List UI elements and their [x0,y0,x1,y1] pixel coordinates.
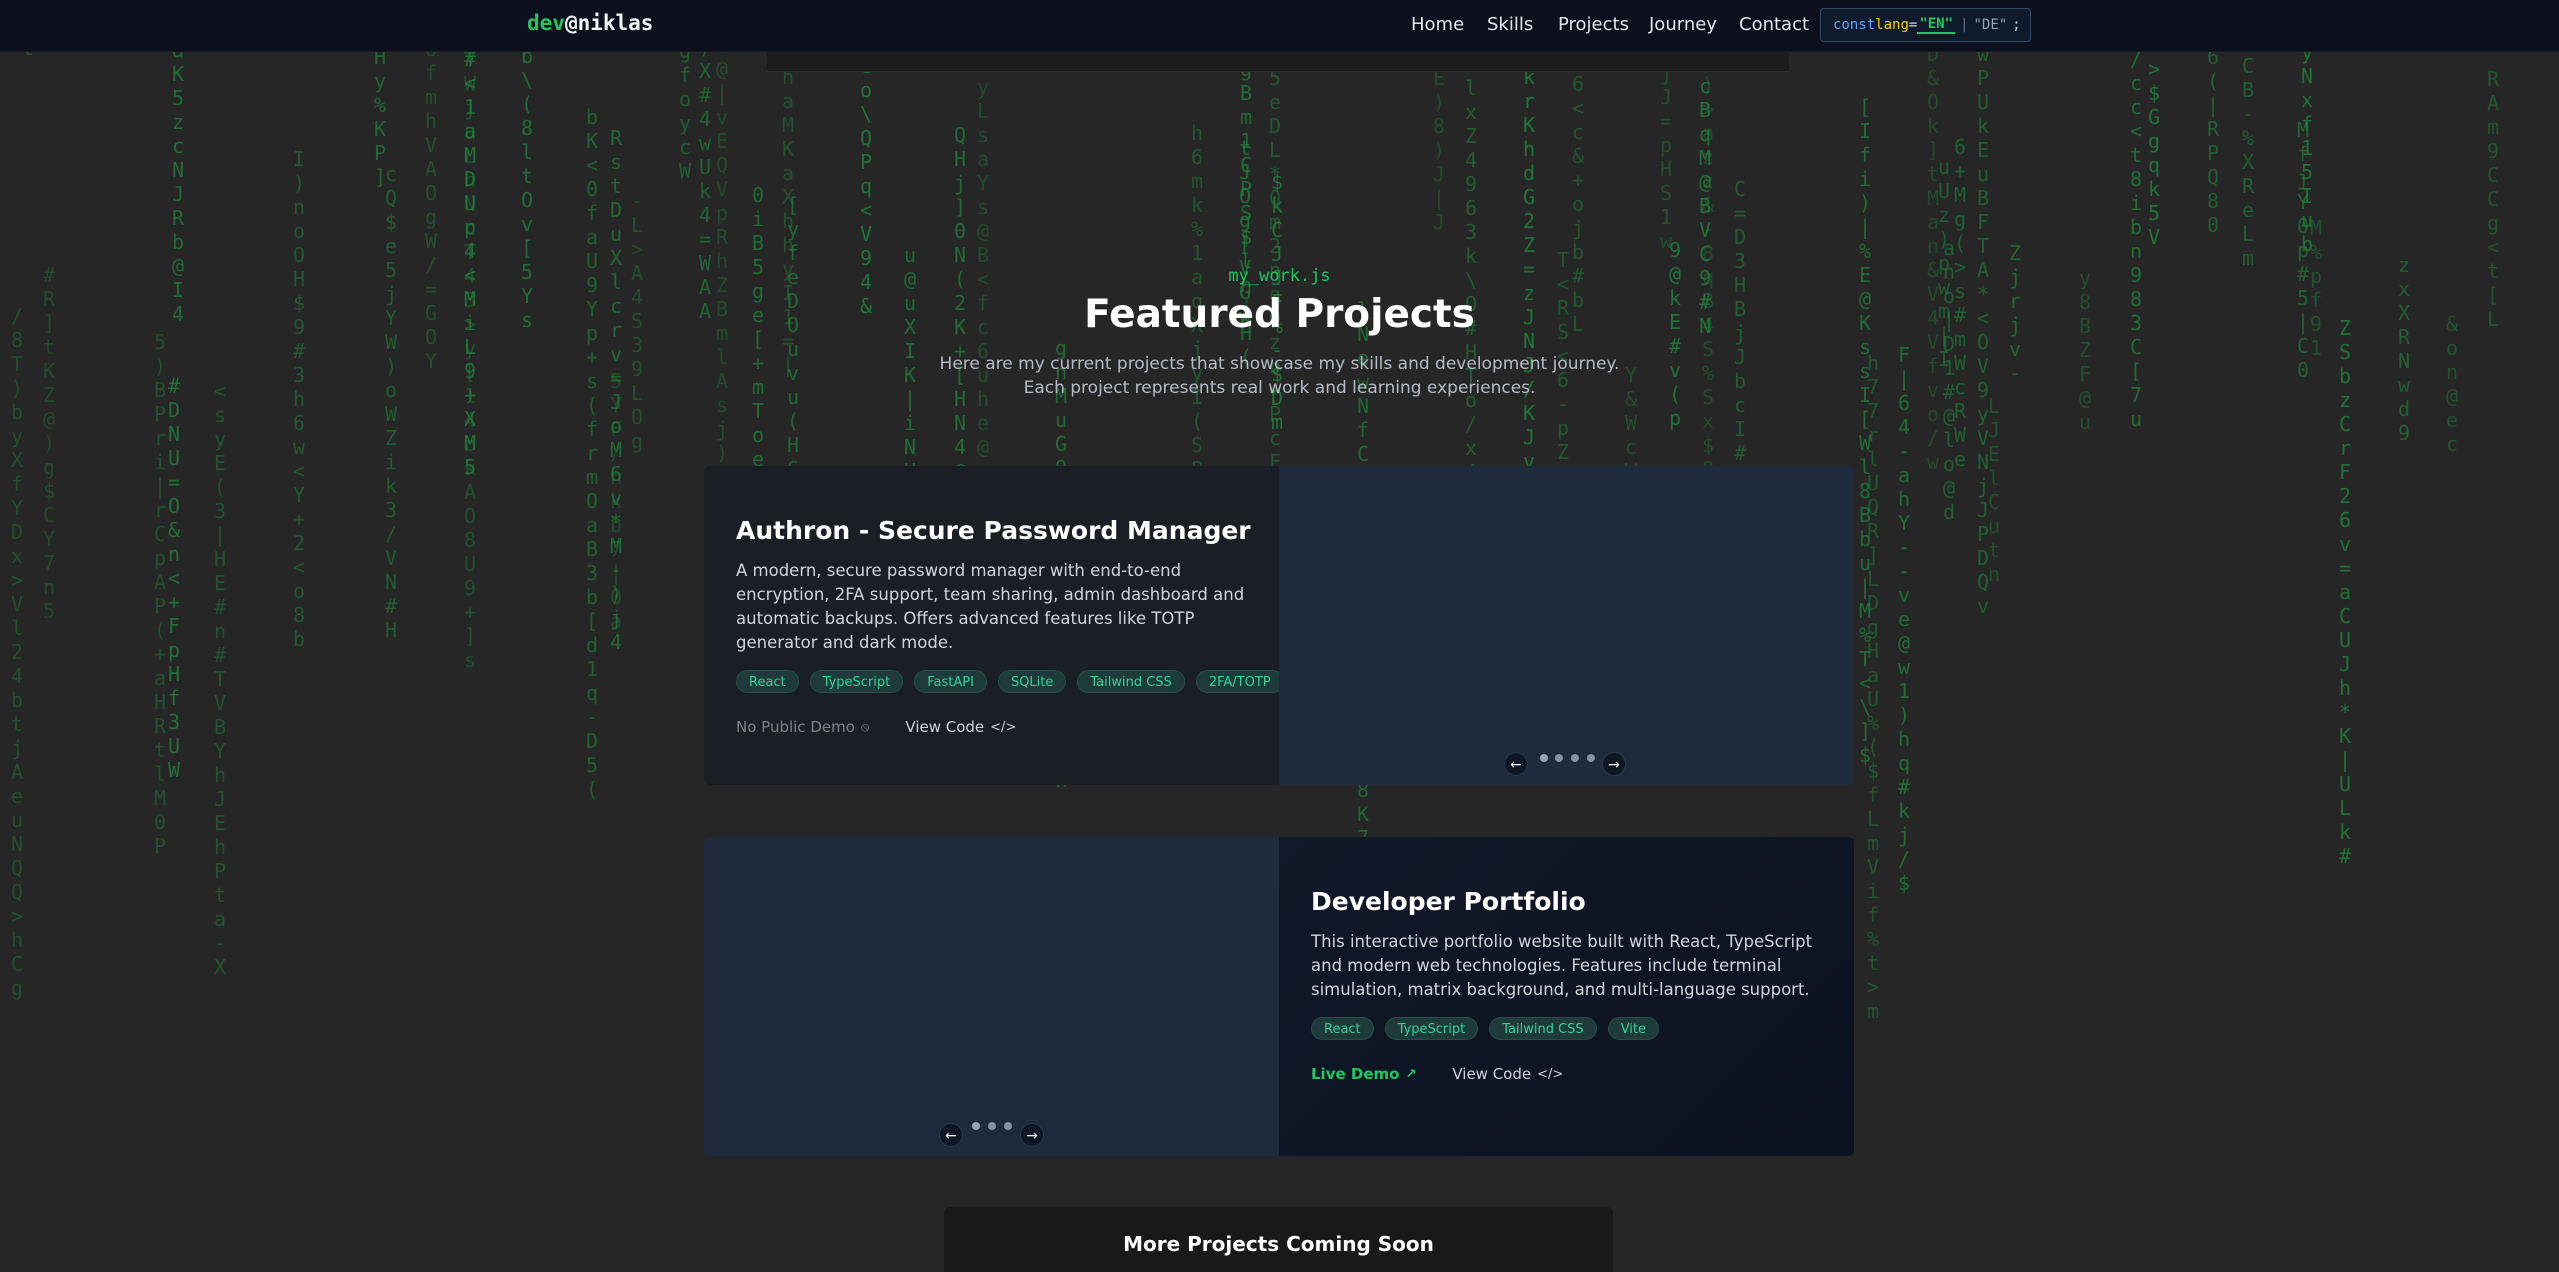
site-header: dev@niklas Home Skills Projects Journey … [0,0,2559,52]
lang-eq: = [1908,17,1918,33]
project-description: A modern, secure password manager with e… [736,561,1245,652]
logo-suffix: @niklas [564,11,654,35]
matrix-column: I ) n o O H $ 9 # 3 h 6 w < Y + 2 < o 8 … [292,147,306,651]
lang-semicolon: ; [2012,17,2021,33]
project-title: Authron - Secure Password Manager [736,516,1251,545]
matrix-column: 5 Y F / h k b 7 | 0 a [609,369,623,633]
lang-var: lang [1875,17,1909,33]
lang-option-en[interactable]: "EN" [1917,16,1956,34]
view-code-text: View Code [905,718,985,736]
nav-skills[interactable]: Skills [1487,14,1533,35]
project-tags: React TypeScript FastAPI SQLite Tailwind… [736,670,1284,693]
matrix-column: F | 6 4 - a h Y - - v e @ w 1 ) h q # k … [1897,343,1911,895]
carousel-prev-button[interactable]: ← [939,1123,963,1147]
matrix-column: k i q 9 1 N P k o # < 1 a M D U p 4 < M … [463,0,477,479]
matrix-column: / 8 T ) b y X f Y D x > V l 2 4 b t j A … [10,304,24,1000]
carousel-dot[interactable] [1004,1122,1012,1130]
matrix-column: Z S b z C r F 2 6 v = a C U J h * K | U … [2338,316,2352,868]
no-demo-label: No Public Demo ⦸ [736,718,869,736]
project-card: ← → Developer Portfolio This interactive… [704,837,1854,1156]
matrix-column: R s t D u X l c r v = J o M 6 v * M - ) … [609,126,623,654]
nav-journey[interactable]: Journey [1649,14,1717,35]
project-tags: React TypeScript Tailwind CSS Vite [1311,1017,1660,1040]
nav-home[interactable]: Home [1411,14,1464,35]
header-underbar [767,52,1789,72]
matrix-column: M f j Y 0 p # 5 | C 0 [2296,118,2310,382]
project-screenshot-carousel: ← → [704,837,1279,1156]
carousel-controls: ← → [704,1120,1279,1150]
tech-tag: TypeScript [809,670,904,693]
carousel-controls: ← → [1279,749,1854,779]
logo-prefix: dev [527,11,565,35]
project-actions: No Public Demo ⦸ View Code </> [736,718,1016,736]
project-info: Developer Portfolio This interactive por… [1279,837,1854,1156]
tech-tag: Tailwind CSS [1077,670,1185,693]
tech-tag: Vite [1607,1017,1660,1040]
project-card: Authron - Secure Password Manager A mode… [704,466,1854,785]
matrix-column: 5 ) B P r i | r C p A P ( + a H R t l M … [153,330,167,858]
tech-tag: Tailwind CSS [1489,1017,1597,1040]
section-subtitle: Here are my current projects that showca… [939,354,1620,398]
section-title: Featured Projects [1084,292,1475,337]
nav-contact[interactable]: Contact [1739,14,1809,35]
code-icon: </> [990,719,1017,735]
carousel-next-button[interactable]: → [1020,1123,1044,1147]
matrix-column: L J E l C u t n [1987,394,2001,586]
coming-soon-card: More Projects Coming Soon [944,1207,1613,1272]
matrix-column: b K < 0 f a U 9 Y p + s ( f r m O a B 3 … [585,105,599,801]
matrix-column: < s y E ( 3 | H E # n # T V B Y h J E h … [213,379,227,979]
carousel-dot[interactable] [988,1122,996,1130]
site-logo[interactable]: dev@niklas [527,11,653,35]
matrix-column: [ I f i ) | % E @ K s s I [ W l 8 B b u … [1858,95,1872,767]
lang-option-de[interactable]: "DE" [1973,17,2007,33]
tech-tag: FastAPI [914,670,987,693]
section-tag: my_work.js [1228,266,1331,286]
tech-tag: React [736,670,799,693]
carousel-prev-button[interactable]: ← [1504,752,1528,776]
matrix-column: c $ Q l q N l Y w J O y L s a Y s @ B < … [976,0,990,507]
matrix-column: c Q $ e 5 j Y W ) o W Z i k 3 / V N # H [384,162,398,642]
external-link-icon: ↗ [1405,1066,1417,1082]
view-code-text: View Code [1452,1065,1532,1083]
carousel-next-button[interactable]: → [1602,752,1626,776]
matrix-column: # D N U = O & n < + F p H f 3 U W [167,374,181,782]
matrix-column: * I = U / c c < t 8 i b n 9 8 3 C [ 7 u [2129,0,2143,431]
view-code-link[interactable]: View Code </> [905,718,1016,736]
project-title: Developer Portfolio [1311,887,1586,916]
carousel-dot[interactable] [1555,754,1563,762]
live-demo-text: Live Demo [1311,1065,1400,1083]
tech-tag: React [1311,1017,1374,1040]
project-info: Authron - Secure Password Manager A mode… [704,466,1284,785]
matrix-column: u U z ) p w m | I [1937,155,1951,371]
tech-tag: TypeScript [1384,1017,1479,1040]
nav-projects[interactable]: Projects [1558,14,1629,35]
no-demo-icon: ⦸ [860,719,870,735]
code-icon: </> [1537,1066,1564,1082]
matrix-column: D & O k ] t M a n & V 4 V f v o / w [1926,42,1940,474]
project-screenshot-carousel: ← → [1279,466,1854,785]
no-demo-text: No Public Demo [736,718,855,736]
coming-soon-title: More Projects Coming Soon [1123,1232,1434,1256]
lang-keyword: const [1833,17,1876,33]
carousel-dot[interactable] [972,1122,980,1130]
carousel-dot[interactable] [1571,754,1579,762]
matrix-column: M % p f 9 1 [2309,216,2323,360]
matrix-column: h 7 7 r l U Q R ] L D g H a U % ( $ f L … [1866,351,1880,1023]
tech-tag: SQLite [997,670,1067,693]
language-switcher: const lang = "EN" | "DE" ; [1820,8,2031,42]
project-description: This interactive portfolio website built… [1311,932,1813,999]
view-code-link[interactable]: View Code </> [1452,1065,1563,1083]
matrix-column: 6 ( | R P Q 8 0 [2206,45,2220,237]
project-actions: Live Demo ↗ View Code </> [1311,1065,1563,1083]
carousel-dot[interactable] [1540,754,1548,762]
carousel-dot[interactable] [1587,754,1595,762]
lang-separator: | [1960,17,1969,33]
tech-tag: 2FA/TOTP [1195,670,1284,693]
live-demo-link[interactable]: Live Demo ↗ [1311,1065,1416,1083]
